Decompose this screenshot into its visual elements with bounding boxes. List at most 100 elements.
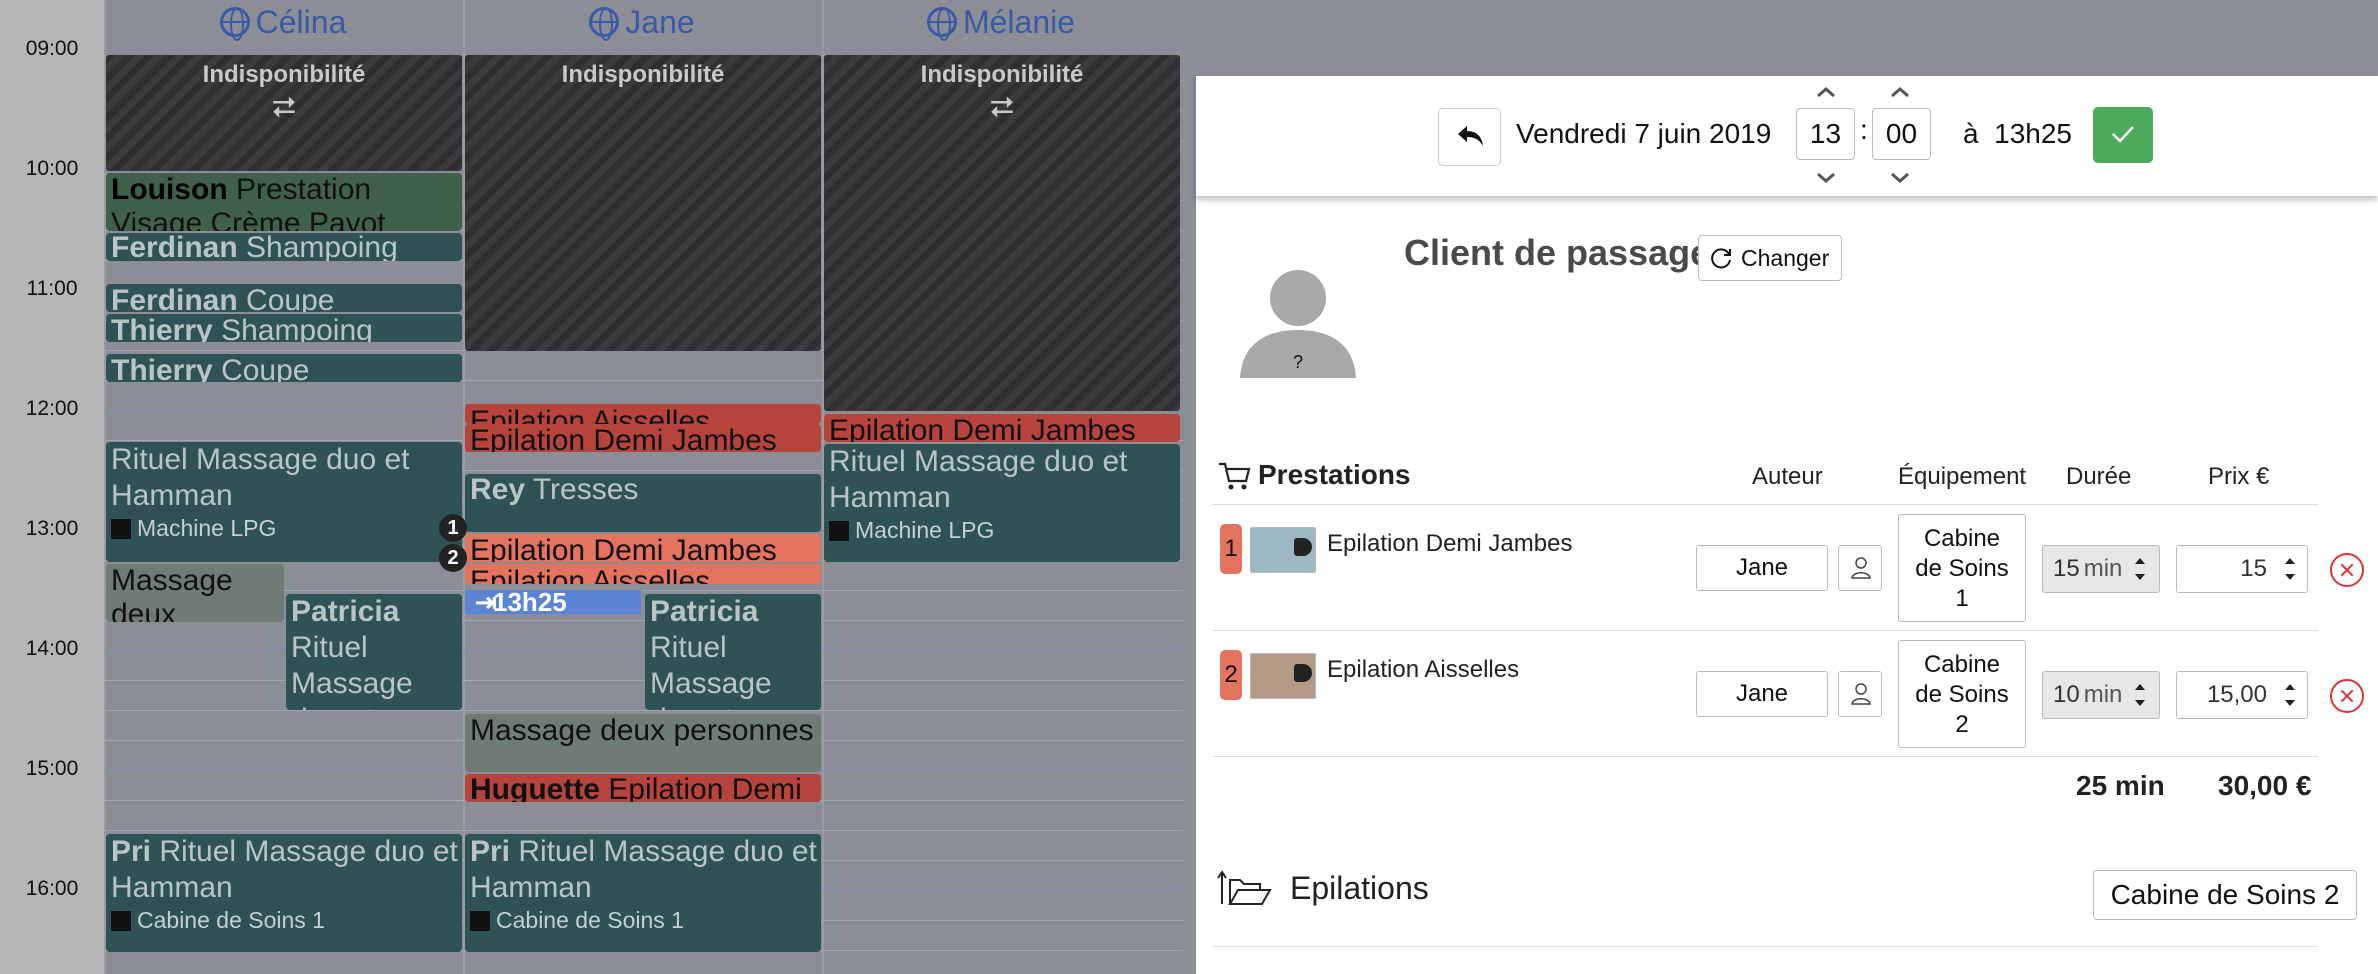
column-header-duration: Durée	[2066, 463, 2132, 490]
equipment-icon	[829, 521, 849, 541]
appointment-block[interactable]: Epilation Demi Jambes	[465, 424, 821, 452]
calendar-view: 09:00 10:00 11:00 12:00 13:00 14:00 15:0…	[0, 0, 1183, 974]
user-icon	[1851, 683, 1871, 705]
appointment-block[interactable]: Rituel Massage duo et Hamman Machine LPG	[824, 444, 1180, 562]
minute-down-chevron-icon[interactable]	[1890, 172, 1910, 184]
staff-header-celina[interactable]: Célina	[104, 0, 462, 44]
back-button[interactable]	[1438, 108, 1501, 166]
hour-label: 14:00	[25, 637, 79, 660]
appointment-block[interactable]: Massage deux personnes	[465, 714, 821, 772]
author-select[interactable]: Jane	[1696, 671, 1828, 717]
appointment-block[interactable]: Epilation Demi Jambes	[824, 414, 1180, 442]
staff-header-melanie[interactable]: Mélanie	[822, 0, 1180, 44]
appointment-block[interactable]: Rey Tresses	[465, 474, 821, 532]
check-icon	[2112, 126, 2134, 143]
appointment-block[interactable]: Huguette Epilation Demi Jambes	[465, 774, 821, 802]
globe-icon	[589, 7, 620, 41]
appointment-number-badge: 1	[439, 514, 467, 542]
hour-label: 12:00	[25, 397, 79, 420]
hour-down-chevron-icon[interactable]	[1816, 172, 1836, 184]
service-name: Epilation Aisselles	[1327, 656, 1520, 683]
column-header-price: Prix €	[2208, 463, 2270, 490]
assign-user-button[interactable]	[1838, 545, 1882, 591]
grid-line	[104, 50, 1183, 51]
service-thumbnail	[1250, 527, 1316, 573]
appointment-block[interactable]: Rituel Massage duo et Hamman Machine LPG	[106, 442, 462, 562]
time-column: 09:00 10:00 11:00 12:00 13:00 14:00 15:0…	[0, 0, 104, 974]
end-time-label: à 13h25	[1963, 118, 2073, 149]
total-price: 30,00 €	[2218, 770, 2312, 801]
equipment-select[interactable]: Cabine de Soins 1	[1898, 514, 2026, 622]
panel-header	[1196, 76, 2378, 196]
minute-up-chevron-icon[interactable]	[1890, 86, 1910, 98]
appointment-block[interactable]: Thierry Shampoing	[106, 314, 462, 342]
grid-line	[104, 650, 1183, 651]
author-select[interactable]: Jane	[1696, 545, 1828, 591]
change-client-button[interactable]: Changer	[1698, 235, 1842, 281]
column-header-equipment: Équipement	[1898, 463, 2027, 490]
appointment-block[interactable]: Patricia Rituel Massage duo et Hamman	[286, 594, 462, 710]
appointment-block[interactable]: Pri Rituel Massage duo et Hamman Cabine d…	[465, 834, 821, 952]
equipment-icon	[470, 911, 490, 931]
appointment-block[interactable]: Louison Prestation Visage Crème Payot	[106, 173, 462, 231]
divider	[1212, 630, 2318, 631]
tag-icon	[1294, 664, 1312, 682]
user-icon	[1851, 557, 1871, 579]
appointment-block-selected[interactable]: Epilation Demi Jambes	[465, 534, 821, 562]
hour-input[interactable]: 13	[1796, 108, 1855, 160]
appointment-block[interactable]: Ferdinan Coupe	[106, 284, 462, 312]
hour-up-chevron-icon[interactable]	[1816, 86, 1836, 98]
unavailability-block[interactable]: Indisponibilité ⮂	[824, 55, 1180, 411]
globe-icon	[926, 7, 957, 41]
hour-label: 13:00	[25, 517, 79, 540]
client-name: Client de passage	[1404, 232, 1711, 273]
price-spinner-icon[interactable]	[2282, 675, 2298, 715]
category-row[interactable]: Epilations	[1216, 870, 1429, 914]
arrow-in-icon: ⇥	[475, 587, 497, 617]
duration-spinner-icon[interactable]	[2132, 675, 2148, 715]
hour-label: 11:00	[26, 277, 78, 300]
staff-header-jane[interactable]: Jane	[463, 0, 821, 44]
duration-spinner-icon[interactable]	[2132, 549, 2148, 589]
appointment-block[interactable]: Pri Rituel Massage duo et Hamman Cabine d…	[106, 834, 462, 952]
column-header-author: Auteur	[1752, 463, 1823, 490]
confirm-button[interactable]	[2093, 107, 2153, 163]
cart-icon	[1219, 462, 1251, 490]
unavailability-block[interactable]: Indisponibilité ⮂	[106, 55, 462, 171]
appointment-block[interactable]: Massage deux personnes	[106, 564, 284, 622]
equipment-select[interactable]: Cabine de Soins 2	[1898, 640, 2026, 748]
remove-service-button[interactable]	[2330, 553, 2364, 587]
divider	[1212, 756, 2318, 757]
total-duration: 25 min	[2076, 770, 2165, 801]
minute-input[interactable]: 00	[1872, 108, 1931, 160]
grid-line	[104, 710, 1183, 711]
repeat-icon: ⮂	[272, 91, 296, 124]
appointment-date: Vendredi 7 juin 2019	[1516, 118, 1772, 149]
service-thumbnail	[1250, 653, 1316, 699]
svg-text:?: ?	[1293, 352, 1303, 372]
appointment-block[interactable]: Thierry Coupe	[106, 354, 462, 382]
undo-icon	[1458, 126, 1483, 146]
repeat-icon: ⮂	[990, 91, 1014, 124]
assign-user-button[interactable]	[1838, 671, 1882, 717]
current-time-indicator: ⇥ 13h25	[465, 587, 641, 617]
equipment-icon	[111, 519, 131, 539]
hour-label: 10:00	[25, 157, 79, 180]
appointment-block[interactable]: Epilation Aisselles	[465, 404, 821, 424]
cabin-select-button[interactable]: Cabine de Soins 2	[2093, 870, 2357, 920]
hour-label: 15:00	[25, 757, 79, 780]
appointment-block[interactable]: Patricia Rituel Massage duo et Hamman	[645, 594, 821, 710]
refresh-icon	[1711, 248, 1731, 269]
row-index-badge: 1	[1220, 524, 1242, 574]
tag-icon	[1294, 538, 1312, 556]
remove-service-button[interactable]	[2330, 679, 2364, 713]
equipment-icon	[111, 911, 131, 931]
grid-line	[104, 680, 1183, 681]
unavailability-block[interactable]: Indisponibilité	[465, 55, 821, 351]
price-spinner-icon[interactable]	[2282, 549, 2298, 589]
divider	[1212, 504, 2318, 505]
appointment-block[interactable]: Ferdinan Shampoing	[106, 233, 462, 261]
appointment-block-selected[interactable]: Epilation Aisselles	[465, 564, 821, 584]
client-avatar: ?	[1240, 270, 1356, 378]
grid-line	[104, 830, 1183, 831]
